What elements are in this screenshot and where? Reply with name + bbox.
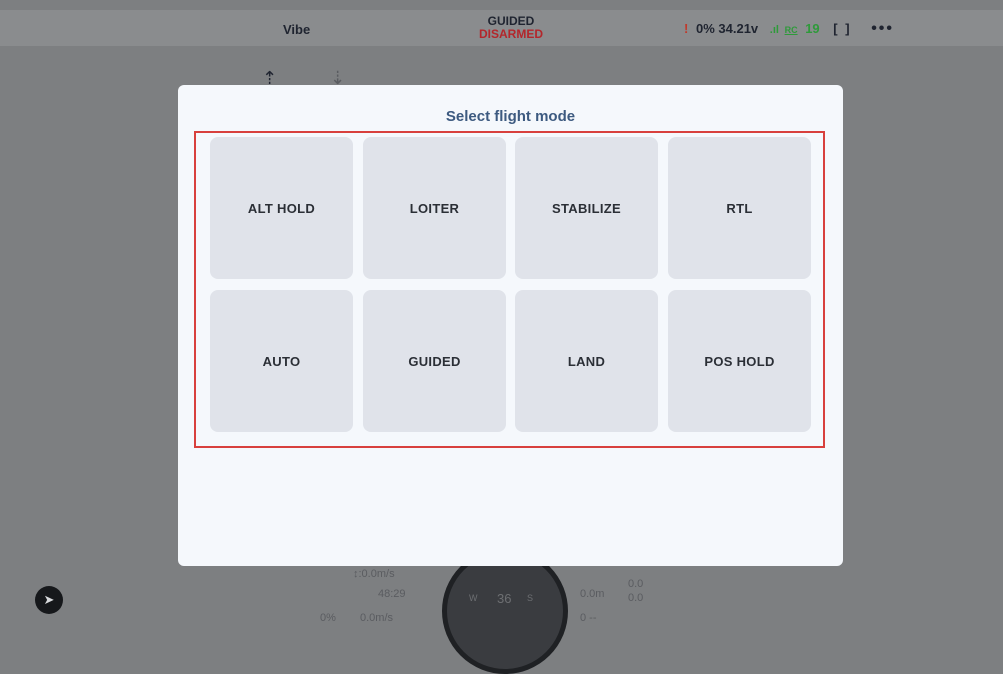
status-right-group: ! 0% 34.21v .ıl RC 19 [ ] ••• <box>684 21 894 37</box>
mode-button-guided[interactable]: GUIDED <box>363 290 506 432</box>
compass-west: W <box>469 593 478 603</box>
dialog-title: Select flight mode <box>445 108 576 125</box>
altitude-value: 0.0m <box>580 588 605 600</box>
satellite-count: 19 <box>805 21 820 36</box>
flight-mode-indicator[interactable]: GUIDED DISARMED <box>476 15 546 41</box>
rc-label: RC <box>784 25 798 35</box>
more-dots-icon[interactable]: ••• <box>871 21 894 37</box>
distance-value: 0 -- <box>580 612 597 624</box>
battery-voltage: 34.21v <box>718 21 759 36</box>
ground-speed: 0.0m/s <box>360 612 394 624</box>
vibe-indicator[interactable]: Vibe <box>283 22 310 37</box>
flight-mode-dialog: Select flight mode ALT HOLD LOITER STABI… <box>178 85 843 566</box>
compass-south: S <box>527 593 534 603</box>
mode-button-alt-hold[interactable]: ALT HOLD <box>210 137 353 279</box>
altitude-top: 0.0 <box>628 578 644 590</box>
altitude-bottom: 0.0 <box>628 592 644 604</box>
signal-bars-icon: .ıl <box>769 24 779 36</box>
mode-button-land[interactable]: LAND <box>515 290 658 432</box>
compass-heading: 36 <box>497 591 512 606</box>
mode-button-rtl[interactable]: RTL <box>668 137 811 279</box>
gps-fix-icon: [ ] <box>833 21 852 36</box>
status-bar: Vibe GUIDED DISARMED ! 0% 34.21v .ıl RC … <box>0 10 1003 46</box>
mode-button-stabilize[interactable]: STABILIZE <box>515 137 658 279</box>
mode-button-pos-hold[interactable]: POS HOLD <box>668 290 811 432</box>
arm-state-label: DISARMED <box>478 27 543 41</box>
mode-button-auto[interactable]: AUTO <box>210 290 353 432</box>
mode-button-loiter[interactable]: LOITER <box>363 137 506 279</box>
battery-warning-icon: ! <box>684 21 689 36</box>
throttle-value: 0% <box>320 612 336 624</box>
send-icon[interactable]: ➤ <box>35 586 63 614</box>
flight-time: 48:29 <box>378 588 406 600</box>
compass-gauge: W 36 S <box>442 548 568 674</box>
battery-percent: 0% <box>695 21 715 36</box>
vertical-speed: ↕:0.0m/s <box>353 568 395 580</box>
